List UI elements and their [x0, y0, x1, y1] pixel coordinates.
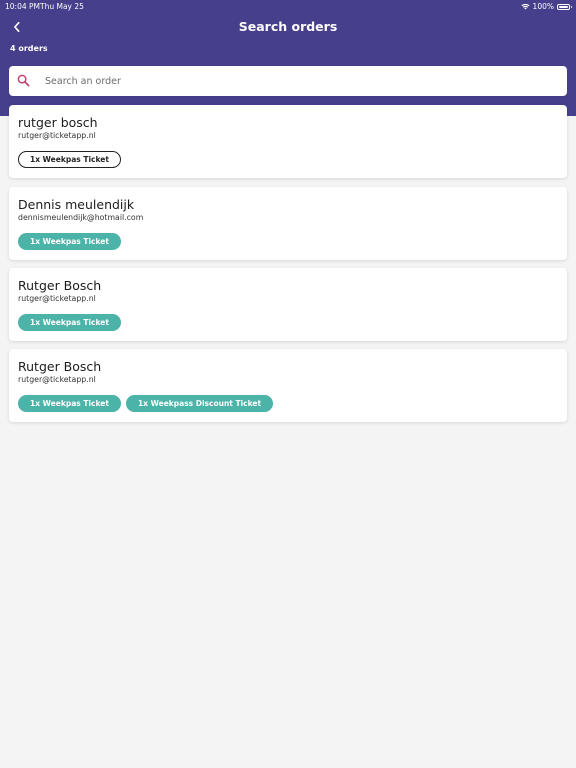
- order-customer-email: dennismeulendijk@hotmail.com: [18, 213, 144, 222]
- order-customer-name: rutger bosch: [18, 115, 98, 130]
- header: 10:04 PM Thu May 25 100% Search orders 4…: [0, 0, 576, 116]
- battery-percent: 100%: [532, 2, 554, 11]
- wifi-icon: [521, 3, 530, 10]
- status-bar: 10:04 PM Thu May 25 100%: [0, 0, 576, 13]
- search-bar[interactable]: [9, 66, 567, 96]
- ticket-badge: 1x Weekpas Ticket: [18, 233, 121, 250]
- order-customer-name: Rutger Bosch: [18, 278, 102, 293]
- order-card[interactable]: rutger bosch rutger@ticketapp.nl 1x Weekpa…: [9, 105, 567, 178]
- status-date: Thu May 25: [40, 2, 84, 11]
- ticket-badge: 1x Weekpas Ticket: [18, 314, 121, 331]
- ticket-list: 1x Weekpas Ticket 1x Weekpass Discount Ti…: [18, 395, 274, 412]
- ticket-badge: 1x Weekpas Ticket: [18, 151, 121, 168]
- ticket-list: 1x Weekpas Ticket: [18, 233, 121, 250]
- search-icon: [17, 74, 30, 87]
- order-card[interactable]: Dennis meulendijk dennismeulendijk@hotmai…: [9, 187, 567, 260]
- ticket-badge: 1x Weekpas Ticket: [18, 395, 121, 412]
- order-customer-name: Dennis meulendijk: [18, 197, 135, 212]
- ticket-badge: 1x Weekpass Discount Ticket: [125, 395, 274, 412]
- ticket-list: 1x Weekpas Ticket: [18, 151, 121, 168]
- order-customer-name: Rutger Bosch: [18, 359, 102, 374]
- status-indicators: 100%: [521, 2, 572, 11]
- order-card[interactable]: Rutger Bosch rutger@ticketapp.nl 1x Weekpa…: [9, 268, 567, 341]
- order-customer-email: rutger@ticketapp.nl: [18, 294, 96, 303]
- order-card[interactable]: Rutger Bosch rutger@ticketapp.nl 1x Weekpa…: [9, 349, 567, 422]
- battery-icon: [557, 3, 572, 10]
- search-input[interactable]: [45, 66, 555, 96]
- ticket-list: 1x Weekpas Ticket: [18, 314, 121, 331]
- order-customer-email: rutger@ticketapp.nl: [18, 131, 96, 140]
- status-time: 10:04 PM: [5, 2, 40, 11]
- page-title: Search orders: [238, 19, 338, 34]
- order-customer-email: rutger@ticketapp.nl: [18, 375, 96, 384]
- order-count: 4 orders: [10, 44, 48, 53]
